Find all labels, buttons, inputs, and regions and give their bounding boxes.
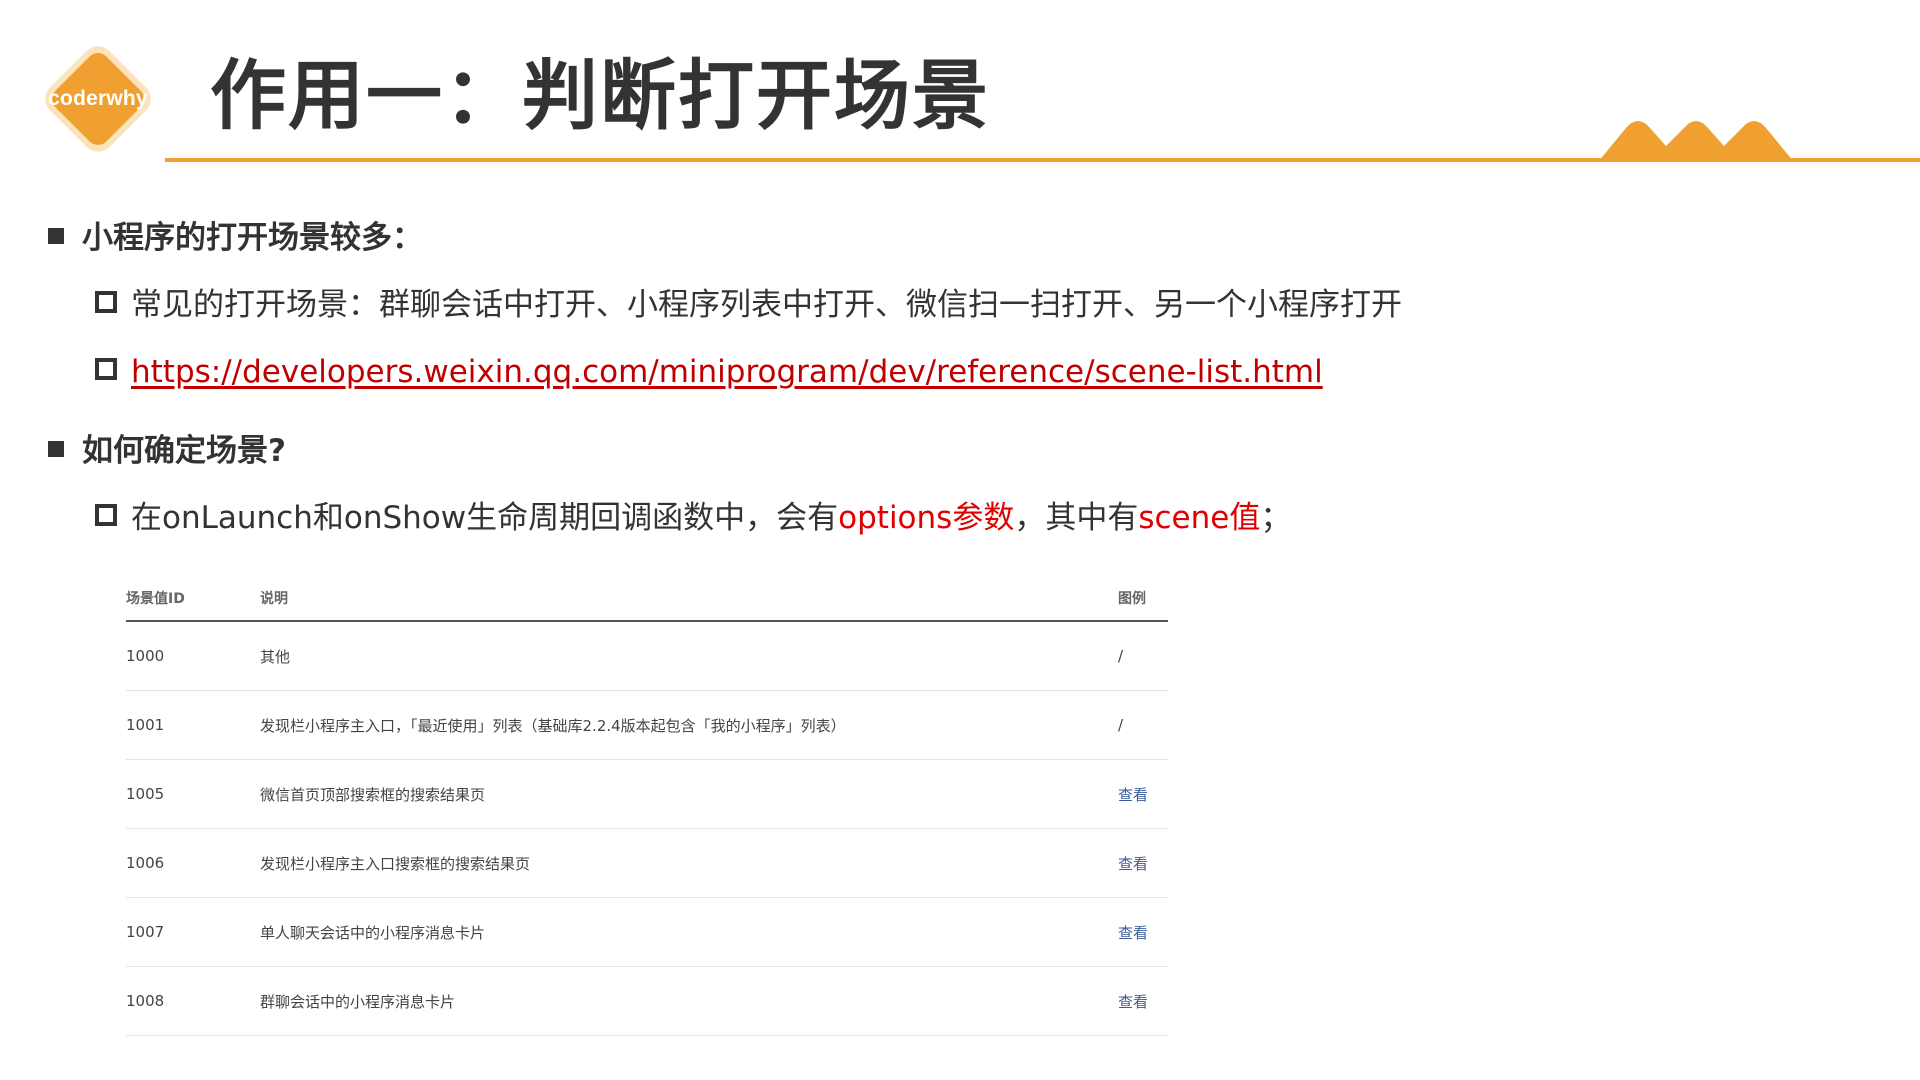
table-header-row: 场景值ID 说明 图例 [126,576,1168,622]
bullet-text-part: 在onLaunch和onShow生命周期回调函数中，会有 [131,500,839,536]
cell-description: 发现栏小程序主入口搜索框的搜索结果页 [260,854,531,873]
cell-description: 群聊会话中的小程序消息卡片 [260,992,456,1011]
mountains-decoration-icon [1598,121,1794,162]
solid-square-bullet-icon [48,441,64,457]
view-example-link[interactable]: 查看 [1118,853,1168,874]
bullet-common-scenes: 常见的打开场景：群聊会话中打开、小程序列表中打开、微信扫一扫打开、另一个小程序打… [95,285,1402,325]
table-row: 1005 微信首页顶部搜索框的搜索结果页 查看 [126,760,1168,829]
bullet-text: 常见的打开场景：群聊会话中打开、小程序列表中打开、微信扫一扫打开、另一个小程序打… [131,287,1402,323]
cell-scene-id: 1006 [126,854,165,872]
hollow-square-bullet-icon [95,358,117,380]
logo-text: coderwhy [48,87,148,110]
cell-scene-id: 1001 [126,716,165,734]
header-scene-id: 场景值ID [126,591,185,607]
view-example-link[interactable]: 查看 [1118,784,1168,805]
cell-scene-id: 1005 [126,785,165,803]
hollow-square-bullet-icon [95,504,117,526]
table-row: 1001 发现栏小程序主入口，「最近使用」列表（基础库2.2.4版本起包含「我的… [126,691,1168,760]
view-example-link[interactable]: 查看 [1118,991,1168,1012]
scene-value-highlight: scene值 [1138,500,1261,536]
table-row: 1006 发现栏小程序主入口搜索框的搜索结果页 查看 [126,829,1168,898]
cell-scene-id: 1008 [126,992,165,1010]
scene-value-table: 场景值ID 说明 图例 1000 其他 / 1001 发现栏小程序主入口，「最近… [126,576,1168,1036]
solid-square-bullet-icon [48,228,64,244]
bullet-scene-list-link: https://developers.weixin.qq.com/minipro… [95,352,1323,392]
table-row: 1008 群聊会话中的小程序消息卡片 查看 [126,967,1168,1036]
slide: coderwhy 作用一：判断打开场景 小程序的打开场景较多： 常见的打开场景：… [0,0,1920,1080]
bullet-text-part: ； [1260,500,1292,536]
bullet-determine-scene: 如何确定场景? [48,431,286,471]
cell-description: 微信首页顶部搜索框的搜索结果页 [260,785,486,804]
table-row: 1000 其他 / [126,622,1168,691]
cell-legend: / [1118,716,1124,734]
cell-scene-id: 1000 [126,647,165,665]
page-title: 作用一：判断打开场景 [210,51,990,140]
cell-description: 单人聊天会话中的小程序消息卡片 [260,923,486,942]
bullet-text-part: ，其中有 [1014,500,1139,536]
scene-list-link[interactable]: https://developers.weixin.qq.com/minipro… [131,354,1323,390]
bullet-options-scene: 在onLaunch和onShow生命周期回调函数中，会有options参数，其中… [95,498,1291,538]
header-description: 说明 [260,591,288,607]
bullet-text: 如何确定场景? [82,433,286,469]
bullet-text: 小程序的打开场景较多： [82,220,423,256]
options-param-highlight: options参数 [838,500,1015,536]
hollow-square-bullet-icon [95,291,117,313]
view-example-link[interactable]: 查看 [1118,922,1168,943]
cell-description: 发现栏小程序主入口，「最近使用」列表（基础库2.2.4版本起包含「我的小程序」列… [260,716,846,735]
header-legend: 图例 [1118,591,1146,607]
coderwhy-logo: coderwhy [34,35,162,163]
table-row: 1007 单人聊天会话中的小程序消息卡片 查看 [126,898,1168,967]
cell-legend: / [1118,647,1124,665]
bullet-scene-count: 小程序的打开场景较多： [48,218,423,258]
cell-scene-id: 1007 [126,923,165,941]
cell-description: 其他 [260,647,291,666]
